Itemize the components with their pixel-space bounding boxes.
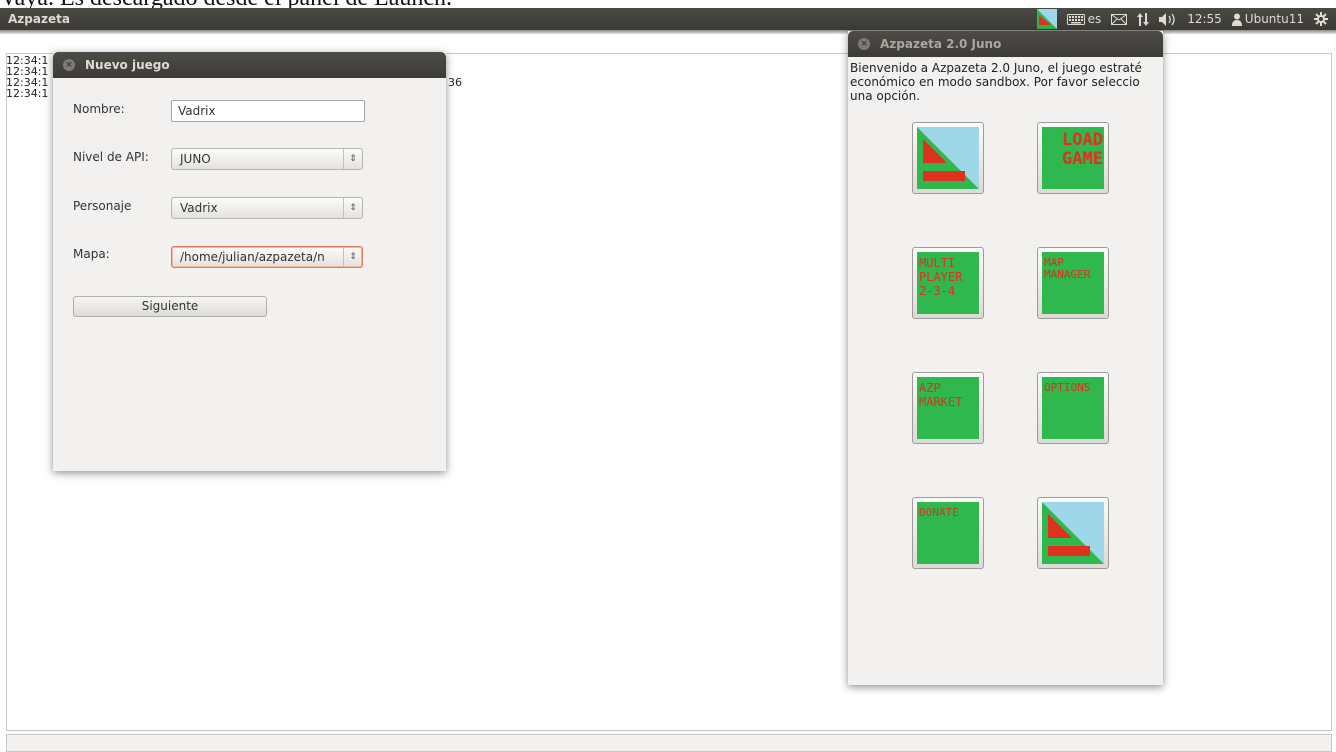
- api-level-value: JUNO: [180, 152, 211, 166]
- next-button[interactable]: Siguiente: [73, 296, 267, 317]
- close-icon[interactable]: ×: [63, 59, 75, 71]
- character-value: Vadrix: [180, 201, 218, 215]
- name-label: Nombre:: [73, 102, 125, 116]
- about-tile[interactable]: [1037, 497, 1109, 569]
- new-game-dialog: × Nuevo juego Nombre: Nivel de API: JUNO…: [53, 52, 446, 471]
- user-menu[interactable]: Ubuntu11: [1231, 12, 1304, 26]
- azpazeta-tray-icon[interactable]: [1036, 9, 1057, 29]
- log-line: 12:34:1: [6, 87, 49, 100]
- clock[interactable]: 12:55: [1187, 12, 1222, 26]
- updown-arrows-icon: ⇕: [343, 198, 362, 218]
- network-icon[interactable]: [1137, 12, 1150, 26]
- volume-icon[interactable]: [1159, 12, 1177, 26]
- user-icon: [1231, 13, 1242, 26]
- donate-label: DONATE: [917, 502, 979, 564]
- app-menu-name[interactable]: Azpazeta: [8, 12, 70, 26]
- launcher-title: Azpazeta 2.0 Juno: [880, 37, 1002, 51]
- load-game-label: LOAD GAME: [1042, 127, 1104, 189]
- user-name: Ubuntu11: [1244, 12, 1304, 26]
- dialog-title: Nuevo juego: [85, 58, 170, 72]
- map-select[interactable]: /home/julian/azpazeta/n ⇕: [171, 246, 363, 268]
- azp-market-label: AZP MARKET: [917, 377, 979, 439]
- map-label: Mapa:: [73, 247, 110, 261]
- log-output: 12:34:1 12:34:1 12:34:1 12:34:1: [6, 55, 48, 99]
- azpazeta-logo-icon: [917, 127, 979, 189]
- api-level-label: Nivel de API:: [73, 150, 149, 164]
- keyboard-layout-indicator[interactable]: es: [1066, 12, 1102, 26]
- top-panel: Azpazeta es 12:55 Ubuntu11: [0, 8, 1336, 30]
- launcher-titlebar[interactable]: × Azpazeta 2.0 Juno: [848, 31, 1163, 57]
- azpazeta-logo-icon: [1042, 502, 1104, 564]
- new-game-titlebar[interactable]: × Nuevo juego: [53, 52, 446, 78]
- keyboard-icon: [1066, 13, 1085, 25]
- options-label: OPTIONS: [1042, 377, 1104, 439]
- load-game-tile[interactable]: LOAD GAME: [1037, 122, 1109, 194]
- map-value: /home/julian/azpazeta/n: [180, 250, 325, 264]
- multiplayer-label: MULTI PLAYER 2-3-4: [917, 252, 979, 314]
- map-manager-label: MAP MANAGER: [1042, 252, 1104, 314]
- multiplayer-tile[interactable]: MULTI PLAYER 2-3-4: [912, 247, 984, 319]
- new-game-tile[interactable]: [912, 122, 984, 194]
- status-bar: [6, 734, 1332, 752]
- updown-arrows-icon: ⇕: [343, 149, 362, 169]
- mail-icon[interactable]: [1111, 13, 1128, 25]
- azp-market-tile[interactable]: AZP MARKET: [912, 372, 984, 444]
- map-manager-tile[interactable]: MAP MANAGER: [1037, 247, 1109, 319]
- updown-arrows-icon: ⇕: [343, 247, 362, 267]
- launcher-window: × Azpazeta 2.0 Juno Bienvenido a Azpazet…: [848, 31, 1163, 685]
- session-gear-icon[interactable]: [1314, 12, 1328, 26]
- character-label: Personaje: [73, 199, 132, 213]
- options-tile[interactable]: OPTIONS: [1037, 372, 1109, 444]
- api-level-select[interactable]: JUNO ⇕: [171, 148, 363, 170]
- keyboard-layout-label: es: [1087, 12, 1102, 26]
- system-tray: es 12:55 Ubuntu11: [1036, 9, 1328, 29]
- name-input[interactable]: [171, 100, 365, 122]
- welcome-text: Bienvenido a Azpazeta 2.0 Juno, el juego…: [850, 61, 1142, 103]
- character-select[interactable]: Vadrix ⇕: [171, 197, 363, 219]
- close-icon[interactable]: ×: [858, 38, 870, 50]
- log-line-suffix: 36: [448, 76, 462, 89]
- donate-tile[interactable]: DONATE: [912, 497, 984, 569]
